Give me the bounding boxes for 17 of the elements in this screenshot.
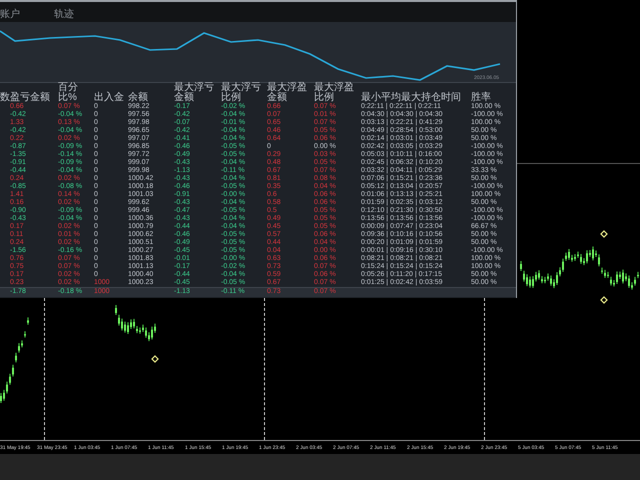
column-header: 出入金 xyxy=(94,93,125,103)
candlestick-series xyxy=(115,305,157,342)
column-header: 百分比% xyxy=(58,83,79,103)
column-header: 余额 xyxy=(128,93,149,103)
column-header: 盈亏金额 xyxy=(10,93,51,103)
column-header: 最大浮盈金额 xyxy=(267,83,308,103)
trade-marker-icon xyxy=(600,296,608,304)
column-header: 最大浮亏金额 xyxy=(174,83,215,103)
column-header: 最大浮亏比例 xyxy=(221,83,262,103)
trade-marker-icon xyxy=(600,230,608,238)
panel-tab[interactable]: 轨迹 xyxy=(54,9,74,21)
column-header: 数 xyxy=(0,93,10,103)
column-header: 胜率 xyxy=(471,93,492,103)
trade-marker-icon xyxy=(151,355,159,363)
column-header: 最小平均最大持仓时间 xyxy=(361,93,462,103)
panel-tab[interactable]: 账户 xyxy=(0,9,20,21)
column-header: 最大浮盈比例 xyxy=(314,83,355,103)
